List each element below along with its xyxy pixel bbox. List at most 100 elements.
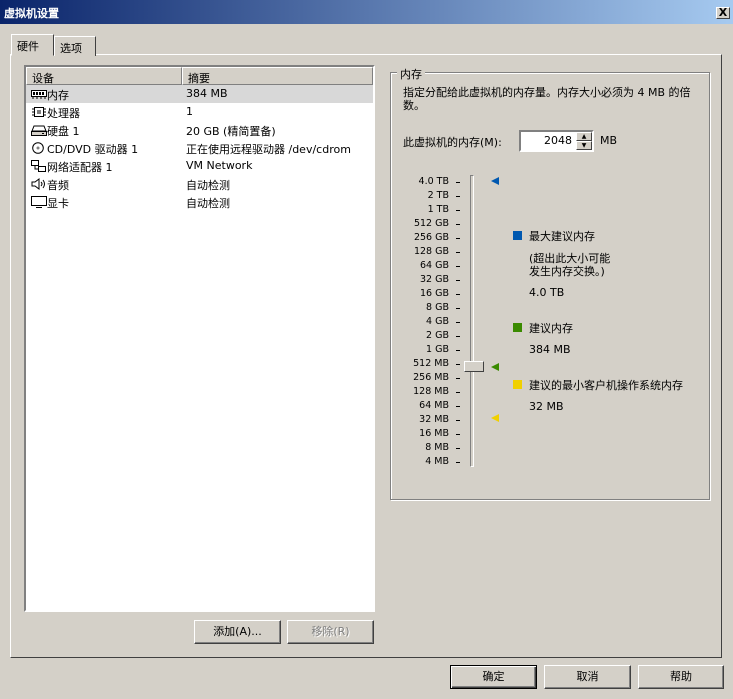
recommended-value: 384 MB bbox=[529, 343, 571, 356]
scale-tick-mark bbox=[456, 406, 460, 407]
harddisk-icon bbox=[31, 125, 47, 136]
scale-tick-mark bbox=[456, 252, 460, 253]
min-guest-swatch bbox=[513, 380, 522, 389]
remove-device-button[interactable]: 移除(R) bbox=[287, 620, 374, 644]
tab-options[interactable]: 选项 bbox=[54, 36, 96, 56]
scale-tick-label: 512 MB bbox=[413, 358, 449, 369]
scale-tick-mark bbox=[456, 462, 460, 463]
scale-tick-label: 16 MB bbox=[419, 428, 449, 439]
scale-tick-mark bbox=[456, 336, 460, 337]
device-row-harddisk[interactable]: 硬盘 1 20 GB (精简置备) bbox=[26, 121, 373, 139]
device-summary: 自动检测 bbox=[186, 179, 230, 192]
scale-tick-mark bbox=[456, 392, 460, 393]
recommended-title: 建议内存 bbox=[529, 322, 573, 335]
scale-tick-label: 32 MB bbox=[419, 414, 449, 425]
memory-group-title: 内存 bbox=[397, 66, 425, 82]
device-summary: 20 GB (精简置备) bbox=[186, 125, 276, 138]
device-name: 硬盘 1 bbox=[47, 125, 80, 138]
max-recommended-note-1: (超出此大小可能 bbox=[529, 252, 611, 265]
display-icon bbox=[31, 196, 47, 208]
device-row-processor[interactable]: 处理器 1 bbox=[26, 103, 373, 121]
cancel-button[interactable]: 取消 bbox=[544, 665, 631, 689]
scale-tick-label: 128 MB bbox=[413, 386, 449, 397]
spinner-down-button[interactable]: ▼ bbox=[576, 141, 592, 150]
memory-size-spinner[interactable]: 2048 ▲ ▼ bbox=[519, 130, 594, 152]
min-guest-marker bbox=[491, 414, 499, 422]
scale-tick-mark bbox=[456, 378, 460, 379]
title-bar[interactable]: 虚拟机设置 X bbox=[0, 0, 733, 24]
scale-tick-mark bbox=[456, 364, 460, 365]
min-guest-value: 32 MB bbox=[529, 400, 564, 413]
help-button[interactable]: 帮助 bbox=[638, 665, 724, 689]
ok-button[interactable]: 确定 bbox=[450, 665, 537, 689]
scale-tick-mark bbox=[456, 238, 460, 239]
scale-tick-label: 8 MB bbox=[425, 442, 449, 453]
scale-tick-label: 16 GB bbox=[420, 288, 449, 299]
device-row-cdrom[interactable]: CD/DVD 驱动器 1 正在使用远程驱动器 /dev/cdrom bbox=[26, 139, 373, 157]
memory-field-label: 此虚拟机的内存(M): bbox=[403, 136, 502, 149]
scale-tick-label: 2 GB bbox=[426, 330, 449, 341]
device-row-network[interactable]: 网络适配器 1 VM Network bbox=[26, 157, 373, 175]
scale-tick-label: 64 GB bbox=[420, 260, 449, 271]
scale-tick-mark bbox=[456, 420, 460, 421]
max-recommended-value: 4.0 TB bbox=[529, 286, 565, 299]
device-name: 音频 bbox=[47, 179, 69, 192]
device-name: 内存 bbox=[47, 89, 69, 102]
memory-slider-track[interactable] bbox=[470, 175, 474, 467]
scale-tick-mark bbox=[456, 350, 460, 351]
scale-tick-mark bbox=[456, 308, 460, 309]
scale-tick-mark bbox=[456, 182, 460, 183]
audio-icon bbox=[31, 178, 45, 190]
scale-tick-label: 1 GB bbox=[426, 344, 449, 355]
scale-tick-label: 1 TB bbox=[427, 204, 449, 215]
device-list-header: 设备 摘要 bbox=[26, 67, 373, 85]
cpu-icon bbox=[32, 107, 46, 117]
device-name: 网络适配器 1 bbox=[47, 161, 113, 174]
min-guest-title: 建议的最小客户机操作系统内存 bbox=[529, 379, 683, 392]
device-summary: 自动检测 bbox=[186, 197, 230, 210]
memory-unit-label: MB bbox=[600, 134, 618, 147]
column-header-summary[interactable]: 摘要 bbox=[182, 67, 373, 85]
scale-tick-label: 256 MB bbox=[413, 372, 449, 383]
column-header-device[interactable]: 设备 bbox=[26, 67, 182, 85]
window-title: 虚拟机设置 bbox=[4, 7, 59, 20]
device-row-memory[interactable]: 内存 384 MB bbox=[26, 85, 373, 103]
scale-tick-label: 4 GB bbox=[426, 316, 449, 327]
scale-tick-label: 512 GB bbox=[413, 218, 449, 229]
device-name: CD/DVD 驱动器 1 bbox=[47, 143, 139, 156]
memory-icon bbox=[31, 90, 47, 99]
scale-tick-mark bbox=[456, 210, 460, 211]
device-row-audio[interactable]: 音频 自动检测 bbox=[26, 175, 373, 193]
memory-slider-thumb[interactable] bbox=[464, 361, 484, 372]
scale-tick-label: 32 GB bbox=[420, 274, 449, 285]
scale-tick-mark bbox=[456, 322, 460, 323]
scale-tick-mark bbox=[456, 294, 460, 295]
device-summary: 1 bbox=[186, 105, 193, 118]
scale-tick-label: 4 MB bbox=[425, 456, 449, 467]
device-name: 处理器 bbox=[47, 107, 80, 120]
device-summary: 正在使用远程驱动器 /dev/cdrom bbox=[186, 143, 351, 156]
vm-settings-window: 虚拟机设置 X 硬件 选项 设备 摘要 内存 384 MB 处理器 1 硬盘 1… bbox=[0, 0, 733, 699]
spinner-up-button[interactable]: ▲ bbox=[576, 132, 592, 141]
device-list[interactable]: 设备 摘要 内存 384 MB 处理器 1 硬盘 1 20 GB (精简置备) … bbox=[24, 65, 375, 612]
recommended-marker bbox=[491, 363, 499, 371]
memory-size-input[interactable]: 2048 bbox=[544, 134, 572, 147]
scale-tick-label: 64 MB bbox=[419, 400, 449, 411]
device-summary: 384 MB bbox=[186, 87, 228, 100]
max-recommended-marker bbox=[491, 177, 499, 185]
device-row-display[interactable]: 显卡 自动检测 bbox=[26, 193, 373, 211]
recommended-swatch bbox=[513, 323, 522, 332]
memory-description: 指定分配给此虚拟机的内存量。内存大小必须为 4 MB 的倍数。 bbox=[403, 86, 691, 112]
max-recommended-swatch bbox=[513, 231, 522, 240]
add-device-button[interactable]: 添加(A)... bbox=[194, 620, 281, 644]
tab-hardware[interactable]: 硬件 bbox=[11, 34, 54, 56]
scale-tick-label: 8 GB bbox=[426, 302, 449, 313]
scale-tick-mark bbox=[456, 434, 460, 435]
scale-tick-mark bbox=[456, 196, 460, 197]
scale-tick-label: 128 GB bbox=[413, 246, 449, 257]
scale-tick-mark bbox=[456, 266, 460, 267]
scale-tick-mark bbox=[456, 280, 460, 281]
max-recommended-note-2: 发生内存交换。) bbox=[529, 265, 605, 278]
scale-tick-mark bbox=[456, 224, 460, 225]
close-button[interactable]: X bbox=[716, 7, 730, 19]
